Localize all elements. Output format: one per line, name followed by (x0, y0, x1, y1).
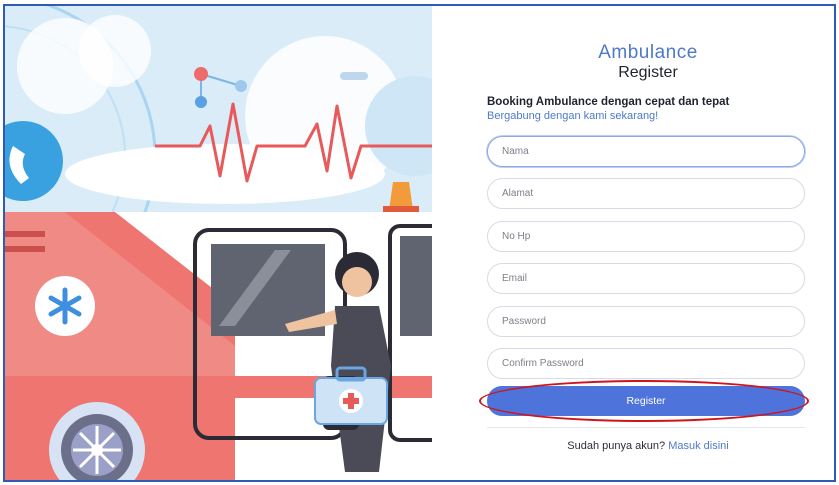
login-prompt-text: Sudah punya akun? (567, 440, 666, 452)
medical-star-icon (35, 276, 95, 336)
address-input[interactable] (487, 178, 805, 209)
register-form: Ambulance Register Booking Ambulance den… (479, 6, 813, 480)
app-title: Ambulance (598, 42, 698, 63)
password-input[interactable] (487, 306, 805, 337)
register-page: Ambulance Register Booking Ambulance den… (3, 4, 836, 482)
register-button[interactable]: Register (487, 386, 805, 416)
phone-input[interactable] (487, 221, 805, 252)
login-prompt: Sudah punya akun? Masuk disini (483, 440, 813, 452)
form-subheadline: Bergabung dengan kami sekarang! (487, 110, 659, 122)
name-input[interactable] (487, 136, 805, 167)
confirm-password-input[interactable] (487, 348, 805, 379)
divider (487, 427, 805, 428)
ambulance-illustration (5, 6, 432, 480)
email-input[interactable] (487, 263, 805, 294)
page-title: Register (618, 64, 678, 81)
login-link[interactable]: Masuk disini (668, 440, 729, 452)
form-headline: Booking Ambulance dengan cepat dan tepat (487, 96, 730, 108)
